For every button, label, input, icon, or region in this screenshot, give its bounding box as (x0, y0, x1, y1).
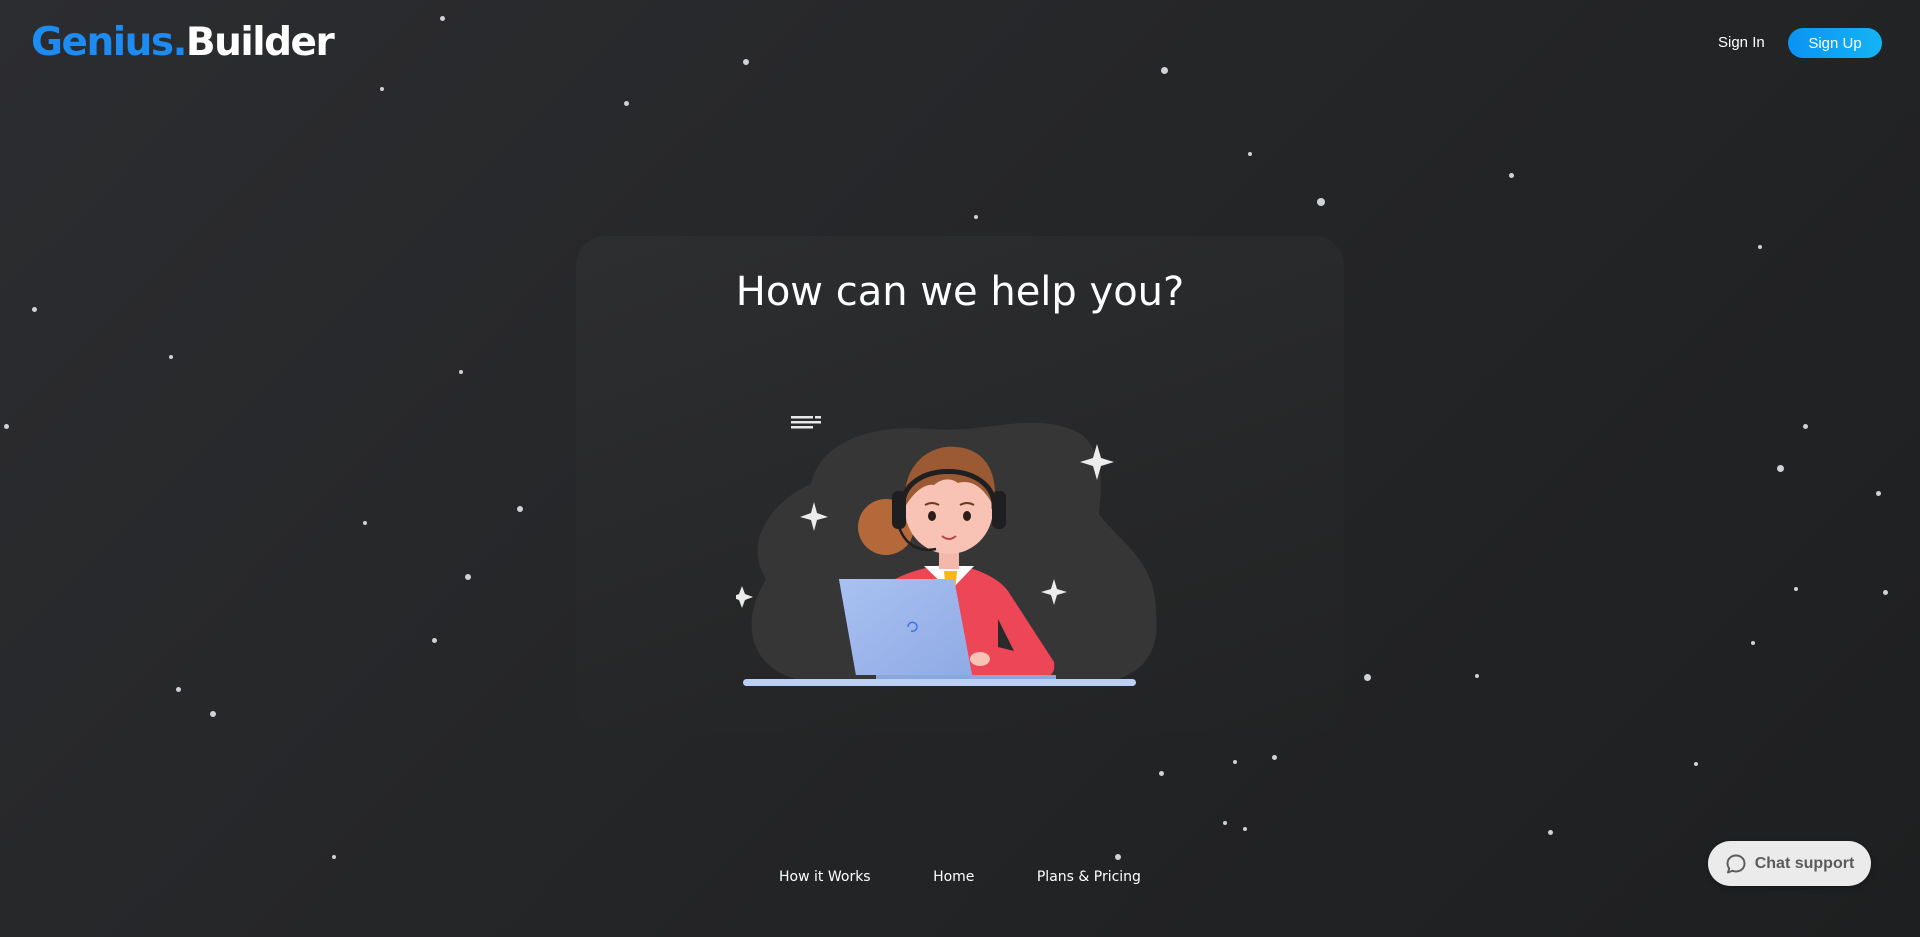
star (459, 370, 463, 374)
star (1777, 465, 1784, 472)
text-lines-icon (791, 416, 821, 429)
chat-bubble-icon (1726, 854, 1746, 873)
star (432, 638, 437, 643)
footer-nav: How it Works Home Plans & Pricing (0, 868, 1920, 886)
star (1548, 830, 1553, 835)
star (1694, 762, 1698, 766)
star (363, 521, 367, 525)
sign-in-button[interactable]: Sign In (1712, 28, 1771, 58)
star (1115, 854, 1121, 860)
logo-genius: Genius. (31, 20, 187, 65)
star (210, 711, 216, 717)
star (1751, 641, 1755, 645)
logo[interactable]: Genius.Builder (31, 19, 335, 67)
star (1876, 491, 1881, 496)
star (4, 424, 9, 429)
star (1161, 67, 1168, 74)
star (517, 506, 523, 512)
star (169, 355, 173, 359)
star (440, 16, 445, 21)
star (1223, 821, 1227, 825)
star (624, 101, 629, 106)
help-card: How can we help you? (576, 236, 1344, 733)
page-title: How can we help you? (735, 269, 1185, 315)
star (1758, 245, 1762, 249)
star (1272, 755, 1277, 760)
star (974, 215, 978, 219)
star (1794, 587, 1798, 591)
star (1248, 152, 1252, 156)
star (1475, 674, 1479, 678)
star (1803, 424, 1808, 429)
star (1243, 827, 1247, 831)
star (332, 855, 336, 859)
star (380, 87, 384, 91)
footer-link-plans-pricing[interactable]: Plans & Pricing (1037, 869, 1141, 885)
chat-support-label: Chat support (1754, 854, 1855, 872)
footer-link-how-it-works[interactable]: How it Works (779, 869, 871, 885)
sign-up-button[interactable]: Sign Up (1788, 28, 1882, 58)
chat-support-button[interactable]: Chat support (1708, 841, 1871, 886)
star (32, 307, 37, 312)
star (1233, 760, 1237, 764)
star (1883, 590, 1888, 595)
footer-link-home[interactable]: Home (933, 869, 974, 885)
star (1364, 674, 1371, 681)
star (1159, 771, 1164, 776)
sparkle-icon (736, 586, 753, 608)
star (1317, 198, 1325, 206)
support-agent-illustration (736, 416, 1157, 686)
star (743, 59, 749, 65)
logo-builder: Builder (185, 20, 335, 65)
star (465, 574, 471, 580)
desk (743, 679, 1136, 686)
star (176, 687, 181, 692)
star (1509, 173, 1514, 178)
